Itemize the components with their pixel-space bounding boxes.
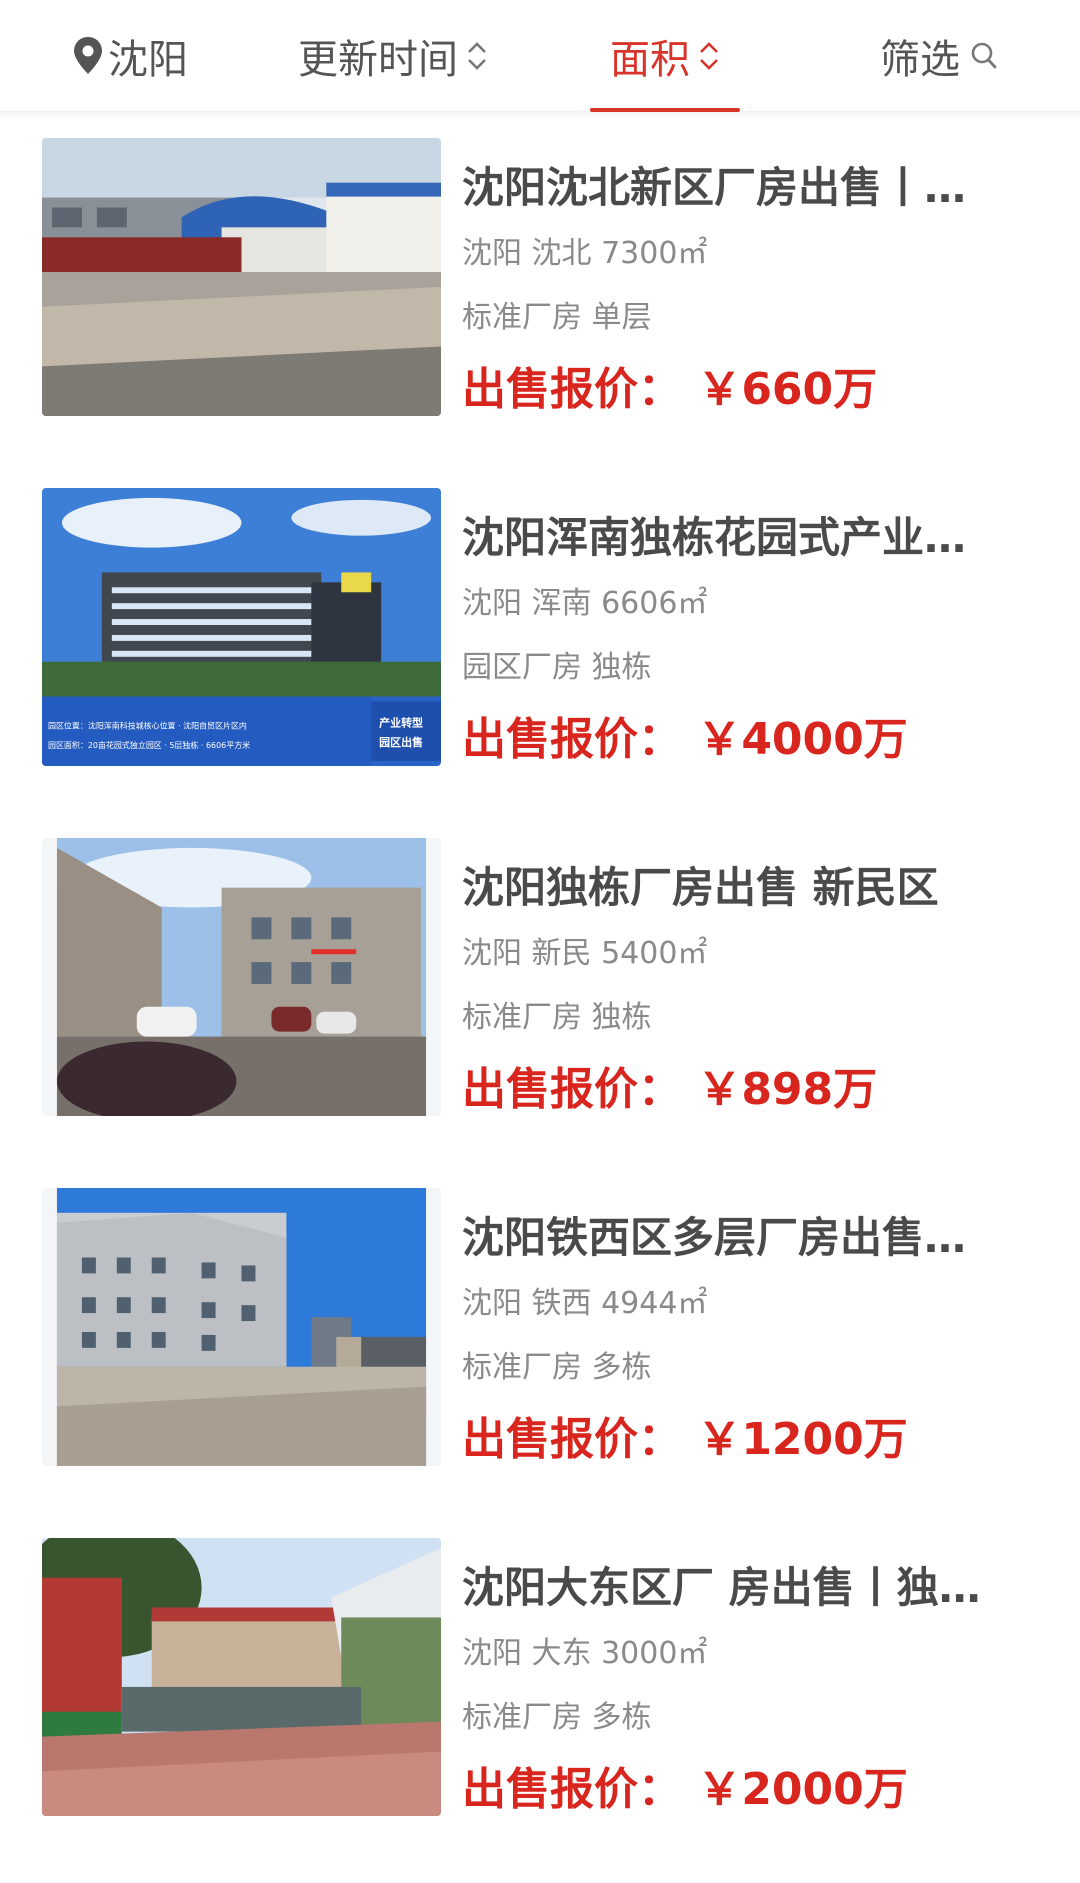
listing-type: 标准厂房 单层 <box>462 300 652 335</box>
listing-photo <box>42 838 441 1116</box>
sort-update-time[interactable]: 更新时间 <box>298 0 488 112</box>
city-label: 沈阳 <box>108 37 188 83</box>
listing-location: 沈阳 沈北 7300㎡ <box>462 236 708 271</box>
listing-photo <box>42 138 441 416</box>
city-selector[interactable]: 沈阳 <box>72 0 188 112</box>
listing-card[interactable]: 沈阳沈北新区厂房出售丨… 沈阳 沈北 7300㎡ 标准厂房 单层 出售报价： ￥… <box>0 112 1080 442</box>
listing-location: 沈阳 铁西 4944㎡ <box>462 1286 708 1321</box>
location-pin-icon <box>72 36 104 76</box>
search-icon <box>970 41 998 71</box>
image-caption-1: 园区位置：沈阳浑南科技城核心位置 · 沈阳自贸区片区内 <box>48 720 247 730</box>
image-caption-2: 园区面积：20亩花园式独立园区 · 5层独栋 · 6606平方米 <box>48 740 250 750</box>
update-time-label: 更新时间 <box>298 37 458 83</box>
listing-card[interactable]: 沈阳铁西区多层厂房出售… 沈阳 铁西 4944㎡ 标准厂房 多栋 出售报价： ￥… <box>0 1162 1080 1492</box>
sort-chevrons-icon <box>698 39 720 73</box>
listing-price: 出售报价： ￥1200万 <box>462 1414 908 1465</box>
listing-price: 出售报价： ￥898万 <box>462 1064 878 1115</box>
sort-chevrons-icon <box>466 39 488 73</box>
sort-area[interactable]: 面积 <box>590 0 740 112</box>
filter-label: 筛选 <box>880 37 960 83</box>
listing-photo <box>42 1538 441 1816</box>
filter-button[interactable]: 筛选 <box>880 0 998 112</box>
filter-bar: 沈阳 更新时间 面积 筛选 <box>0 0 1080 112</box>
listing-type: 标准厂房 多栋 <box>462 1700 652 1735</box>
listing-title: 沈阳铁西区多层厂房出售… <box>462 1213 967 1262</box>
listing-card[interactable]: 园区位置：沈阳浑南科技城核心位置 · 沈阳自贸区片区内 园区面积：20亩花园式独… <box>0 462 1080 792</box>
listing-price: 出售报价： ￥4000万 <box>462 714 908 765</box>
listing-card[interactable]: 沈阳独栋厂房出售 新民区 沈阳 新民 5400㎡ 标准厂房 独栋 出售报价： ￥… <box>0 812 1080 1142</box>
listing-title: 沈阳沈北新区厂房出售丨… <box>462 163 967 212</box>
listing-type: 标准厂房 多栋 <box>462 1350 652 1385</box>
listing-photo <box>42 1188 441 1466</box>
listing-price: 出售报价： ￥660万 <box>462 364 878 415</box>
listing-location: 沈阳 大东 3000㎡ <box>462 1636 708 1671</box>
listing-type: 园区厂房 独栋 <box>462 650 652 685</box>
listing-title: 沈阳大东区厂 房出售丨独… <box>462 1563 981 1612</box>
listing-location: 沈阳 浑南 6606㎡ <box>462 586 708 621</box>
listing-photo: 园区位置：沈阳浑南科技城核心位置 · 沈阳自贸区片区内 园区面积：20亩花园式独… <box>42 488 441 766</box>
listing-title: 沈阳独栋厂房出售 新民区 <box>462 863 939 912</box>
image-tag-1: 产业转型 <box>379 715 423 729</box>
listing-price: 出售报价： ￥2000万 <box>462 1764 908 1815</box>
listing-location: 沈阳 新民 5400㎡ <box>462 936 708 971</box>
listing-type: 标准厂房 独栋 <box>462 1000 652 1035</box>
image-tag-2: 园区出售 <box>379 735 423 749</box>
listing-card[interactable]: 沈阳大东区厂 房出售丨独… 沈阳 大东 3000㎡ 标准厂房 多栋 出售报价： … <box>0 1512 1080 1842</box>
listing-title: 沈阳浑南独栋花园式产业… <box>462 513 967 562</box>
area-label: 面积 <box>610 37 690 83</box>
